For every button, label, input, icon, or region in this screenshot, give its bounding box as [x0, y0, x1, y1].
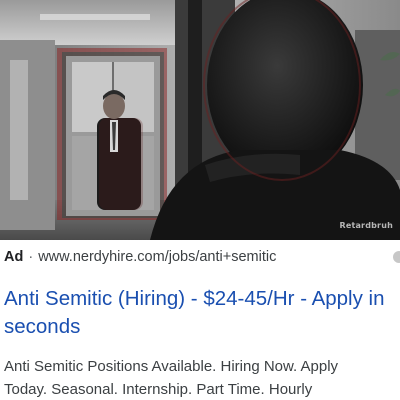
video-frame[interactable]: Retardbruh: [0, 0, 400, 240]
ad-source-line: Ad · www.nerdyhire.com/jobs/anti+semitic: [4, 249, 276, 265]
ad-title-link[interactable]: Anti Semitic (Hiring) - $24-45/Hr - Appl…: [4, 285, 396, 341]
ad-separator: ·: [28, 249, 34, 265]
ad-display-url[interactable]: www.nerdyhire.com/jobs/anti+semitic: [38, 249, 276, 265]
search-ad-result[interactable]: Ad · www.nerdyhire.com/jobs/anti+semitic A…: [0, 240, 400, 400]
ad-badge: Ad: [4, 249, 24, 265]
ad-description-line-2: Today. Seasonal. Internship. Part Time. …: [4, 381, 313, 398]
ad-description: Anti Semitic Positions Available. Hiring…: [4, 355, 400, 400]
video-watermark: Retardbruh: [339, 221, 393, 230]
ad-description-line-1: Anti Semitic Positions Available. Hiring…: [4, 358, 339, 375]
ad-options-icon[interactable]: [393, 251, 400, 263]
video-still-image: [0, 0, 400, 240]
